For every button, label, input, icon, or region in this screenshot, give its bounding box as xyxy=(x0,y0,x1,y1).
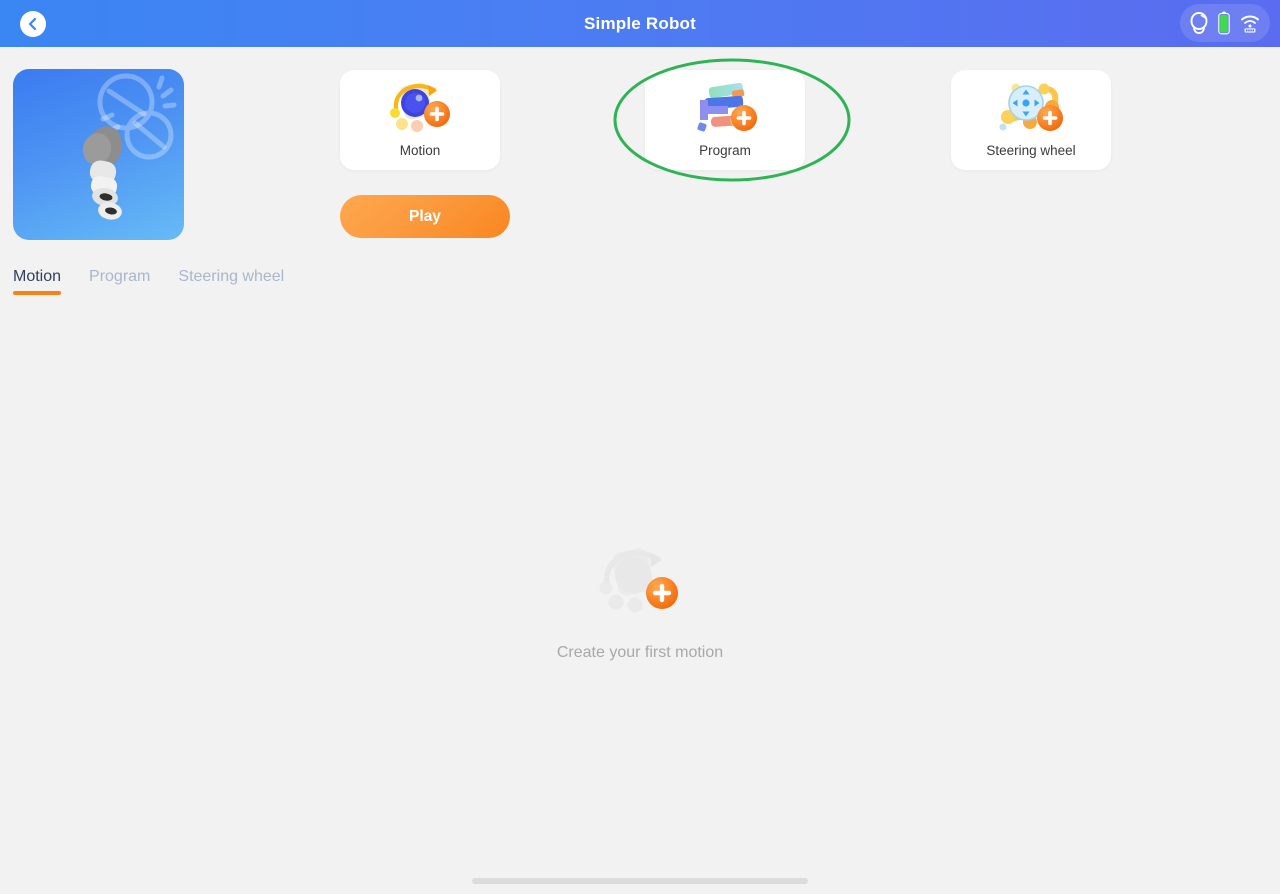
app-header: Simple Robot xyxy=(0,0,1280,47)
tab-label: Motion xyxy=(13,268,62,285)
card-motion[interactable]: Motion xyxy=(340,70,500,170)
tab-program[interactable]: Program xyxy=(89,268,150,295)
chevron-left-icon xyxy=(26,17,40,31)
page-title: Simple Robot xyxy=(584,13,696,33)
play-button[interactable]: Play xyxy=(340,195,510,238)
content-tab-bar: Motion Program Steering wheel xyxy=(13,268,284,295)
card-label: Program xyxy=(699,143,751,158)
wifi-signal-icon xyxy=(1239,12,1261,34)
tab-label: Program xyxy=(89,268,151,285)
motion-add-placeholder-icon[interactable] xyxy=(585,540,695,628)
empty-state: Create your first motion xyxy=(0,540,1280,662)
status-indicator-group[interactable] xyxy=(1180,4,1270,42)
card-label: Steering wheel xyxy=(986,143,1076,158)
empty-state-text: Create your first motion xyxy=(556,644,724,661)
home-indicator-bar[interactable] xyxy=(472,878,808,884)
tab-motion[interactable]: Motion xyxy=(13,268,62,295)
card-program[interactable]: Program xyxy=(645,70,805,170)
tab-label: Steering wheel xyxy=(178,268,285,285)
card-label: Motion xyxy=(399,143,441,158)
robot-connection-icon xyxy=(1189,11,1209,35)
steering-wheel-add-icon xyxy=(989,76,1073,142)
program-add-icon xyxy=(683,76,767,142)
tab-steering-wheel[interactable]: Steering wheel xyxy=(178,268,284,295)
action-card-row: Motion Program Steering wheel xyxy=(0,70,1280,170)
back-button[interactable] xyxy=(20,11,46,37)
card-steering-wheel[interactable]: Steering wheel xyxy=(951,70,1111,170)
battery-full-icon xyxy=(1218,11,1230,35)
motion-add-icon xyxy=(378,76,462,142)
